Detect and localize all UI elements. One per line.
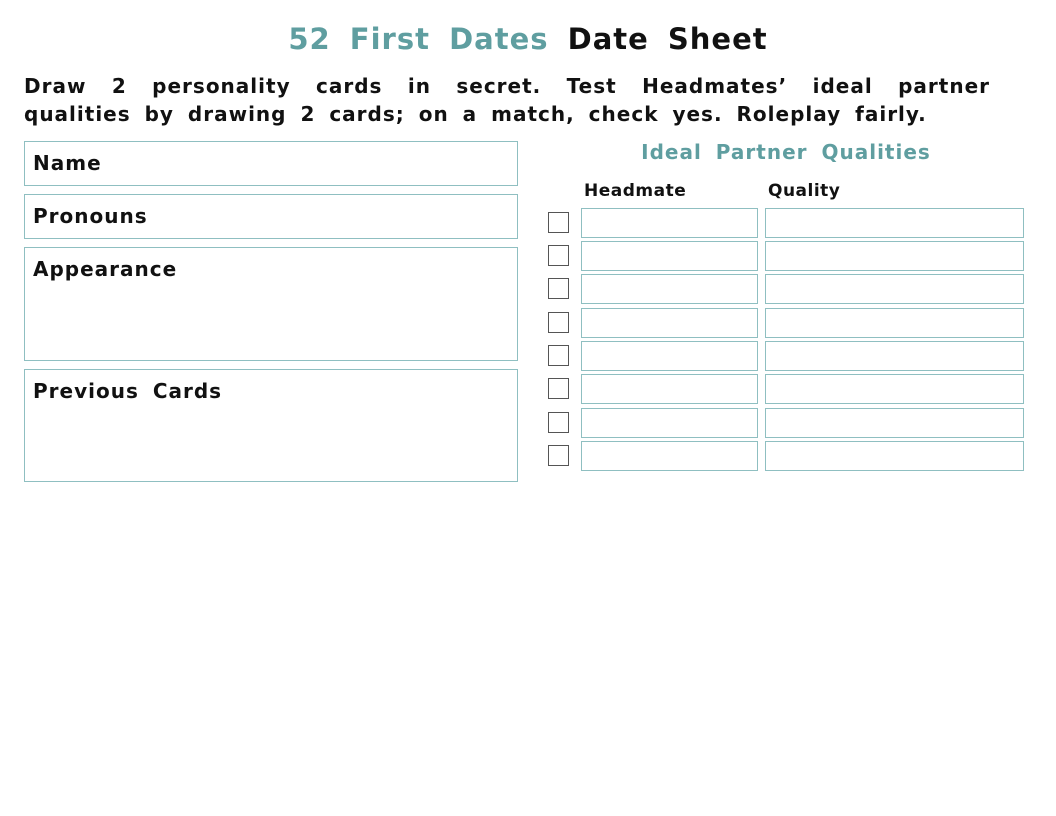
page-title: 52 First Dates Date Sheet xyxy=(0,20,1056,58)
headmate-input[interactable] xyxy=(581,374,758,404)
quality-column-header: Quality xyxy=(768,181,841,201)
qualities-section-title: Ideal Partner Qualities xyxy=(641,140,931,164)
quality-input[interactable] xyxy=(765,341,1024,371)
headmate-input[interactable] xyxy=(581,441,758,471)
match-checkbox[interactable] xyxy=(548,378,569,399)
headmate-input[interactable] xyxy=(581,274,758,304)
match-checkbox[interactable] xyxy=(548,345,569,366)
match-checkbox[interactable] xyxy=(548,412,569,433)
quality-row xyxy=(548,441,1024,471)
name-field-label: Name xyxy=(33,151,102,175)
headmate-input[interactable] xyxy=(581,208,758,238)
headmate-input[interactable] xyxy=(581,408,758,438)
match-checkbox[interactable] xyxy=(548,278,569,299)
match-checkbox[interactable] xyxy=(548,212,569,233)
quality-input[interactable] xyxy=(765,208,1024,238)
quality-row xyxy=(548,274,1024,304)
quality-row xyxy=(548,308,1024,338)
appearance-field[interactable]: Appearance xyxy=(24,247,518,361)
headmate-column-header: Headmate xyxy=(584,181,687,201)
quality-input[interactable] xyxy=(765,408,1024,438)
quality-row xyxy=(548,408,1024,438)
quality-input[interactable] xyxy=(765,441,1024,471)
headmate-input[interactable] xyxy=(581,241,758,271)
title-game-name: 52 First Dates xyxy=(288,22,549,56)
headmate-input[interactable] xyxy=(581,341,758,371)
pronouns-field[interactable]: Pronouns xyxy=(24,194,518,239)
quality-input[interactable] xyxy=(765,374,1024,404)
instructions-text: Draw 2 personality cards in secret. Test… xyxy=(24,74,990,126)
quality-input[interactable] xyxy=(765,274,1024,304)
quality-row xyxy=(548,208,1024,238)
quality-row xyxy=(548,241,1024,271)
quality-row xyxy=(548,341,1024,371)
headmate-input[interactable] xyxy=(581,308,758,338)
previous-cards-field[interactable]: Previous Cards xyxy=(24,369,518,482)
previous-cards-field-label: Previous Cards xyxy=(33,379,223,403)
pronouns-field-label: Pronouns xyxy=(33,204,148,228)
match-checkbox[interactable] xyxy=(548,245,569,266)
name-field[interactable]: Name xyxy=(24,141,518,186)
match-checkbox[interactable] xyxy=(548,312,569,333)
appearance-field-label: Appearance xyxy=(33,257,178,281)
title-sheet-name: Date Sheet xyxy=(567,22,768,56)
quality-row xyxy=(548,374,1024,404)
quality-input[interactable] xyxy=(765,308,1024,338)
quality-input[interactable] xyxy=(765,241,1024,271)
match-checkbox[interactable] xyxy=(548,445,569,466)
